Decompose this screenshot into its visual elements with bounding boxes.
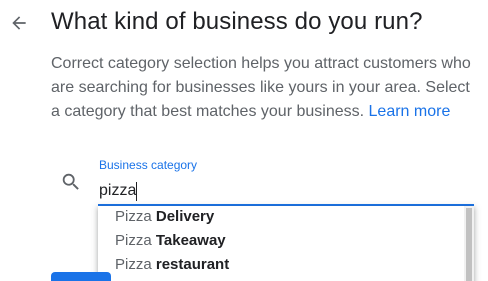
text-cursor [136, 182, 137, 201]
dropdown-scrollbar[interactable] [464, 206, 474, 281]
arrow-back-icon [12, 16, 26, 30]
suggestion-pizza-delivery[interactable]: Pizza Delivery [98, 206, 474, 229]
learn-more-link[interactable]: Learn more [369, 103, 451, 120]
suggestion-match-text: Pizza [115, 256, 152, 273]
suggestion-rest-text: restaurant [151, 256, 230, 273]
suggestion-match-text: Pizza [115, 232, 152, 249]
business-category-label: Business category [99, 158, 198, 172]
search-icon [62, 173, 79, 190]
back-button[interactable] [6, 10, 32, 36]
suggestions-dropdown: Pizza Delivery Pizza Takeaway Pizza rest… [98, 206, 474, 281]
page-title: What kind of business do you run? [51, 8, 423, 35]
business-category-page: What kind of business do you run? Correc… [0, 0, 488, 281]
page-description: Correct category selection helps you att… [51, 52, 483, 124]
scrollbar-thumb[interactable] [466, 208, 472, 281]
suggestion-pizza-takeaway[interactable]: Pizza Takeaway [98, 229, 474, 253]
suggestion-pizza-restaurant[interactable]: Pizza restaurant [98, 253, 474, 277]
suggestion-match-text: Pizza [115, 208, 152, 225]
suggestion-rest-text: Takeaway [151, 232, 226, 249]
next-button[interactable] [51, 272, 111, 281]
suggestion-rest-text: Delivery [151, 208, 215, 225]
business-category-input[interactable] [98, 178, 474, 204]
